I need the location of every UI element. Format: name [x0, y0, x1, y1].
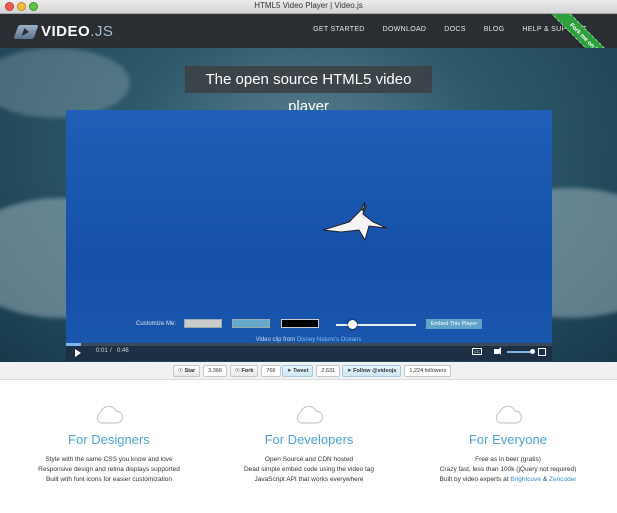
zencoder-link[interactable]: Zencoder	[549, 476, 576, 483]
logo-text: VIDEO.JS	[41, 23, 114, 40]
nav-link-blog[interactable]: BLOG	[484, 26, 505, 33]
embed-player-button[interactable]: Embed This Player	[426, 319, 482, 329]
feature-line: Style with the same CSS you know and lov…	[45, 456, 173, 463]
features-section: For Designers Style with the same CSS yo…	[0, 382, 617, 513]
brightcove-link[interactable]: Brightcove	[510, 476, 541, 483]
nav-link-docs[interactable]: DOCS	[444, 26, 465, 33]
cloud-icon	[495, 406, 523, 424]
github-fork-button[interactable]: ☉ Fork	[230, 365, 259, 377]
current-time: 0:01	[96, 348, 108, 354]
feature-line: Open Source and CDN hosted	[264, 456, 354, 463]
hero-section: The open source HTML5 video player 0:01 …	[0, 48, 617, 362]
feature-line: Crazy fast, less than 100k (jQuery not r…	[439, 466, 577, 473]
time-divider: /	[110, 348, 112, 354]
play-icon[interactable]	[75, 349, 81, 357]
color-swatch-base[interactable]	[184, 319, 222, 328]
customize-bar: Customize Me: Embed This Player	[0, 318, 617, 332]
followers-count: 1,224 followers	[404, 365, 452, 377]
window-title: HTML5 Video Player | Video.js	[254, 1, 363, 10]
tweet-button[interactable]: ➤ Tweet	[282, 365, 314, 377]
social-buttons-bar: ☉ Star 3,366 ☉ Fork 766 ➤ Tweet 2,631 ➤ …	[0, 362, 617, 380]
volume-icon[interactable]	[494, 347, 501, 355]
feature-line: Built with font icons for easier customi…	[45, 476, 173, 483]
feature-line: Responsive design and retina displays su…	[38, 466, 180, 473]
feature-title: For Developers	[264, 432, 354, 447]
feature-line: JavaScript API that works everywhere	[254, 476, 364, 483]
follow-button[interactable]: ➤ Follow @videojs	[342, 365, 402, 377]
color-swatch-background[interactable]	[281, 319, 319, 328]
seek-bar[interactable]	[66, 343, 552, 346]
feature-line: Dead simple embed code using the video t…	[243, 466, 375, 473]
star-count: 3,366	[203, 365, 227, 377]
credit-link[interactable]: Disney Nature's Oceans	[297, 337, 362, 343]
github-star-widget: ☉ Star 3,366	[173, 365, 227, 377]
cloud-icon	[296, 406, 324, 424]
feature-line-credits: Built by video experts at Brightcove & Z…	[439, 476, 577, 483]
volume-handle[interactable]	[530, 349, 535, 354]
fullscreen-icon[interactable]	[538, 348, 546, 356]
seek-progress	[66, 343, 81, 346]
fork-count: 766	[261, 365, 281, 377]
videojs-logo[interactable]: VIDEO.JS	[13, 23, 114, 40]
browser-window: HTML5 Video Player | Video.js VIDEO.JS G…	[0, 0, 617, 513]
captions-icon[interactable]: CC	[472, 348, 482, 355]
tweet-widget: ➤ Tweet 2,631	[282, 365, 341, 377]
nav-links: GET STARTED DOWNLOAD DOCS BLOG HELP & SU…	[313, 26, 587, 33]
github-fork-widget: ☉ Fork 766	[230, 365, 281, 377]
window-titlebar: HTML5 Video Player | Video.js	[0, 0, 617, 14]
tweet-count: 2,631	[316, 365, 341, 377]
cloud-icon	[96, 406, 124, 424]
player-control-bar: 0:01 / 0:46 CC	[66, 343, 552, 361]
site-navbar: VIDEO.JS GET STARTED DOWNLOAD DOCS BLOG …	[0, 14, 617, 48]
nav-link-get-started[interactable]: GET STARTED	[313, 26, 365, 33]
customize-label: Customize Me:	[136, 321, 177, 327]
twitter-follow-widget: ➤ Follow @videojs 1,224 followers	[342, 365, 452, 377]
nav-link-download[interactable]: DOWNLOAD	[383, 26, 427, 33]
size-slider-handle[interactable]	[348, 320, 357, 329]
feature-title: For Designers	[68, 432, 150, 447]
feature-line: Free as in beer (gratis)	[475, 456, 541, 463]
gannet-bird-image	[322, 201, 388, 242]
ocean-spray	[0, 48, 130, 118]
feature-title: For Everyone	[468, 432, 548, 447]
play-logo-icon	[13, 24, 39, 39]
color-swatch-accent[interactable]	[232, 319, 270, 328]
duration: 0:46	[117, 348, 129, 354]
github-star-button[interactable]: ☉ Star	[173, 365, 201, 377]
video-credit: Video clip from Disney Nature's Oceans	[255, 337, 362, 343]
hero-headline: The open source HTML5 video player	[185, 66, 432, 115]
